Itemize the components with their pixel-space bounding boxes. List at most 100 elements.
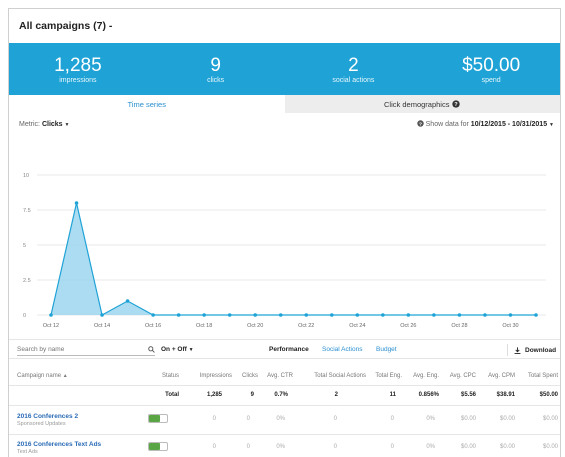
data-point (508, 313, 513, 317)
campaign-name-cell: 2016 Conferences Text Ads Text Ads (17, 441, 101, 455)
x-tick-label: Oct 18 (196, 323, 212, 329)
campaign-type: Sponsored Updates (17, 421, 66, 427)
cell-clicks: 0 (246, 416, 250, 422)
stat-label: impressions (59, 76, 97, 84)
cell-avg-ctr: 0% (276, 416, 285, 422)
data-point (304, 313, 309, 317)
status-toggle[interactable] (148, 442, 168, 451)
x-tick-label: Oct 16 (145, 323, 161, 329)
tab-budget[interactable]: Budget (376, 346, 397, 353)
cell-avg-cpc: $0.00 (460, 444, 476, 450)
y-tick-label: 2.5 (23, 278, 31, 284)
column-header-avg-ctr[interactable]: Avg. CTR (267, 373, 293, 379)
column-header-label: Campaign name (17, 373, 62, 379)
status-filter-dropdown[interactable]: On + Off ▼ (161, 346, 194, 353)
total-impressions: 1,285 (206, 392, 222, 398)
data-point (49, 313, 53, 317)
data-point (125, 299, 130, 303)
stat-label: spend (481, 76, 501, 84)
data-point (457, 313, 462, 317)
data-point (227, 313, 232, 317)
tab-performance[interactable]: Performance (269, 346, 309, 353)
data-point (483, 313, 487, 317)
column-header-impressions[interactable]: Impressions (200, 373, 232, 379)
total-clicks: 9 (250, 392, 254, 398)
divider (9, 434, 560, 435)
column-header-avg-cpc[interactable]: Avg. CPC (450, 373, 476, 379)
chevron-down-icon: ▼ (64, 121, 70, 128)
area-fill (51, 203, 536, 315)
data-point (100, 313, 104, 317)
show-data-label: Show data for (425, 121, 469, 128)
x-tick-label: Oct 20 (247, 323, 263, 329)
cell-social-actions: 0 (333, 444, 337, 450)
date-range-selector[interactable]: ? Show data for 10/12/2015 - 10/31/2015 … (416, 120, 554, 128)
y-tick-label: 10 (23, 173, 29, 179)
total-avg-eng: 0.856% (418, 392, 439, 398)
search-icon[interactable] (148, 345, 155, 353)
stat-clicks: 9 clicks (147, 43, 285, 95)
cell-avg-eng: 0% (426, 416, 435, 422)
tab-label: Click demographics (384, 99, 450, 109)
tab-time-series[interactable]: Time series (9, 95, 285, 113)
campaign-name-link[interactable]: 2016 Conferences 2 (17, 413, 78, 420)
campaign-manager-panel: All campaigns (7) - 1,285 impressions 9 … (8, 8, 561, 457)
column-header-status[interactable]: Status (162, 373, 179, 379)
tab-click-demographics[interactable]: Click demographics ? (284, 95, 560, 113)
x-tick-label: Oct 14 (94, 323, 110, 329)
cell-avg-cpm: $0.00 (499, 416, 515, 422)
y-tick-label: 0 (23, 313, 26, 319)
cell-avg-cpc: $0.00 (460, 416, 476, 422)
total-eng: 11 (389, 392, 396, 398)
column-header-total-eng[interactable]: Total Eng. (375, 373, 402, 379)
total-avg-cpc: $5.56 (460, 392, 476, 398)
data-point (151, 313, 155, 317)
status-toggle[interactable] (148, 414, 168, 423)
download-button[interactable]: Download (507, 344, 556, 356)
metric-selector[interactable]: Metric: Clicks ▼ (19, 121, 69, 128)
column-header-total-spent[interactable]: Total Spent (528, 373, 558, 379)
campaigns-dropdown[interactable]: All campaigns (7) - (9, 9, 560, 43)
search-box (17, 343, 155, 356)
column-header-avg-eng[interactable]: Avg. Eng. (413, 373, 439, 379)
date-range-value: 10/12/2015 - 10/31/2015 (470, 121, 548, 128)
divider (9, 405, 560, 406)
data-point (202, 313, 206, 317)
x-tick-label: Oct 30 (502, 323, 518, 329)
search-input[interactable] (17, 345, 127, 353)
stat-spend: $50.00 spend (422, 43, 560, 95)
column-header-avg-cpm[interactable]: Avg. CPM (488, 373, 515, 379)
total-avg-ctr: 0.7% (274, 392, 288, 398)
total-label: Total (165, 392, 179, 398)
cell-impressions: 0 (212, 416, 216, 422)
view-tabs: Time series Click demographics ? (9, 95, 560, 113)
cell-clicks: 0 (246, 444, 250, 450)
data-point (253, 313, 258, 317)
campaign-toolbar: On + Off ▼ Performance Social Actions Bu… (9, 339, 560, 359)
x-tick-label: Oct 26 (400, 323, 416, 329)
campaign-name-cell: 2016 Conferences 2 Sponsored Updates (17, 413, 78, 427)
chevron-down-icon: ▼ (188, 347, 194, 353)
cell-total-spent: $0.00 (542, 444, 558, 450)
total-avg-cpm: $38.91 (496, 392, 515, 398)
x-tick-label: Oct 24 (349, 323, 365, 329)
cell-total-eng: 0 (390, 444, 394, 450)
svg-text:?: ? (455, 102, 459, 108)
tab-social-actions[interactable]: Social Actions (322, 346, 362, 353)
toggle-on-indicator (149, 443, 160, 450)
divider (9, 385, 560, 386)
campaign-name-link[interactable]: 2016 Conferences Text Ads (17, 441, 101, 448)
svg-text:?: ? (419, 121, 422, 127)
toggle-on-indicator (149, 415, 160, 422)
y-tick-label: 5 (23, 243, 26, 249)
stat-label: clicks (207, 76, 225, 84)
cell-total-spent: $0.00 (542, 416, 558, 422)
column-header-clicks[interactable]: Clicks (242, 373, 258, 379)
stat-social-actions: 2 social actions (285, 43, 423, 95)
sort-icon: ▲ (62, 373, 68, 379)
data-point (355, 313, 360, 317)
cell-avg-cpm: $0.00 (499, 444, 515, 450)
column-header-total-social-actions[interactable]: Total Social Actions (314, 373, 366, 379)
column-header-campaign-name[interactable]: Campaign name ▲ (17, 373, 68, 379)
stat-value: 1,285 (54, 54, 102, 76)
